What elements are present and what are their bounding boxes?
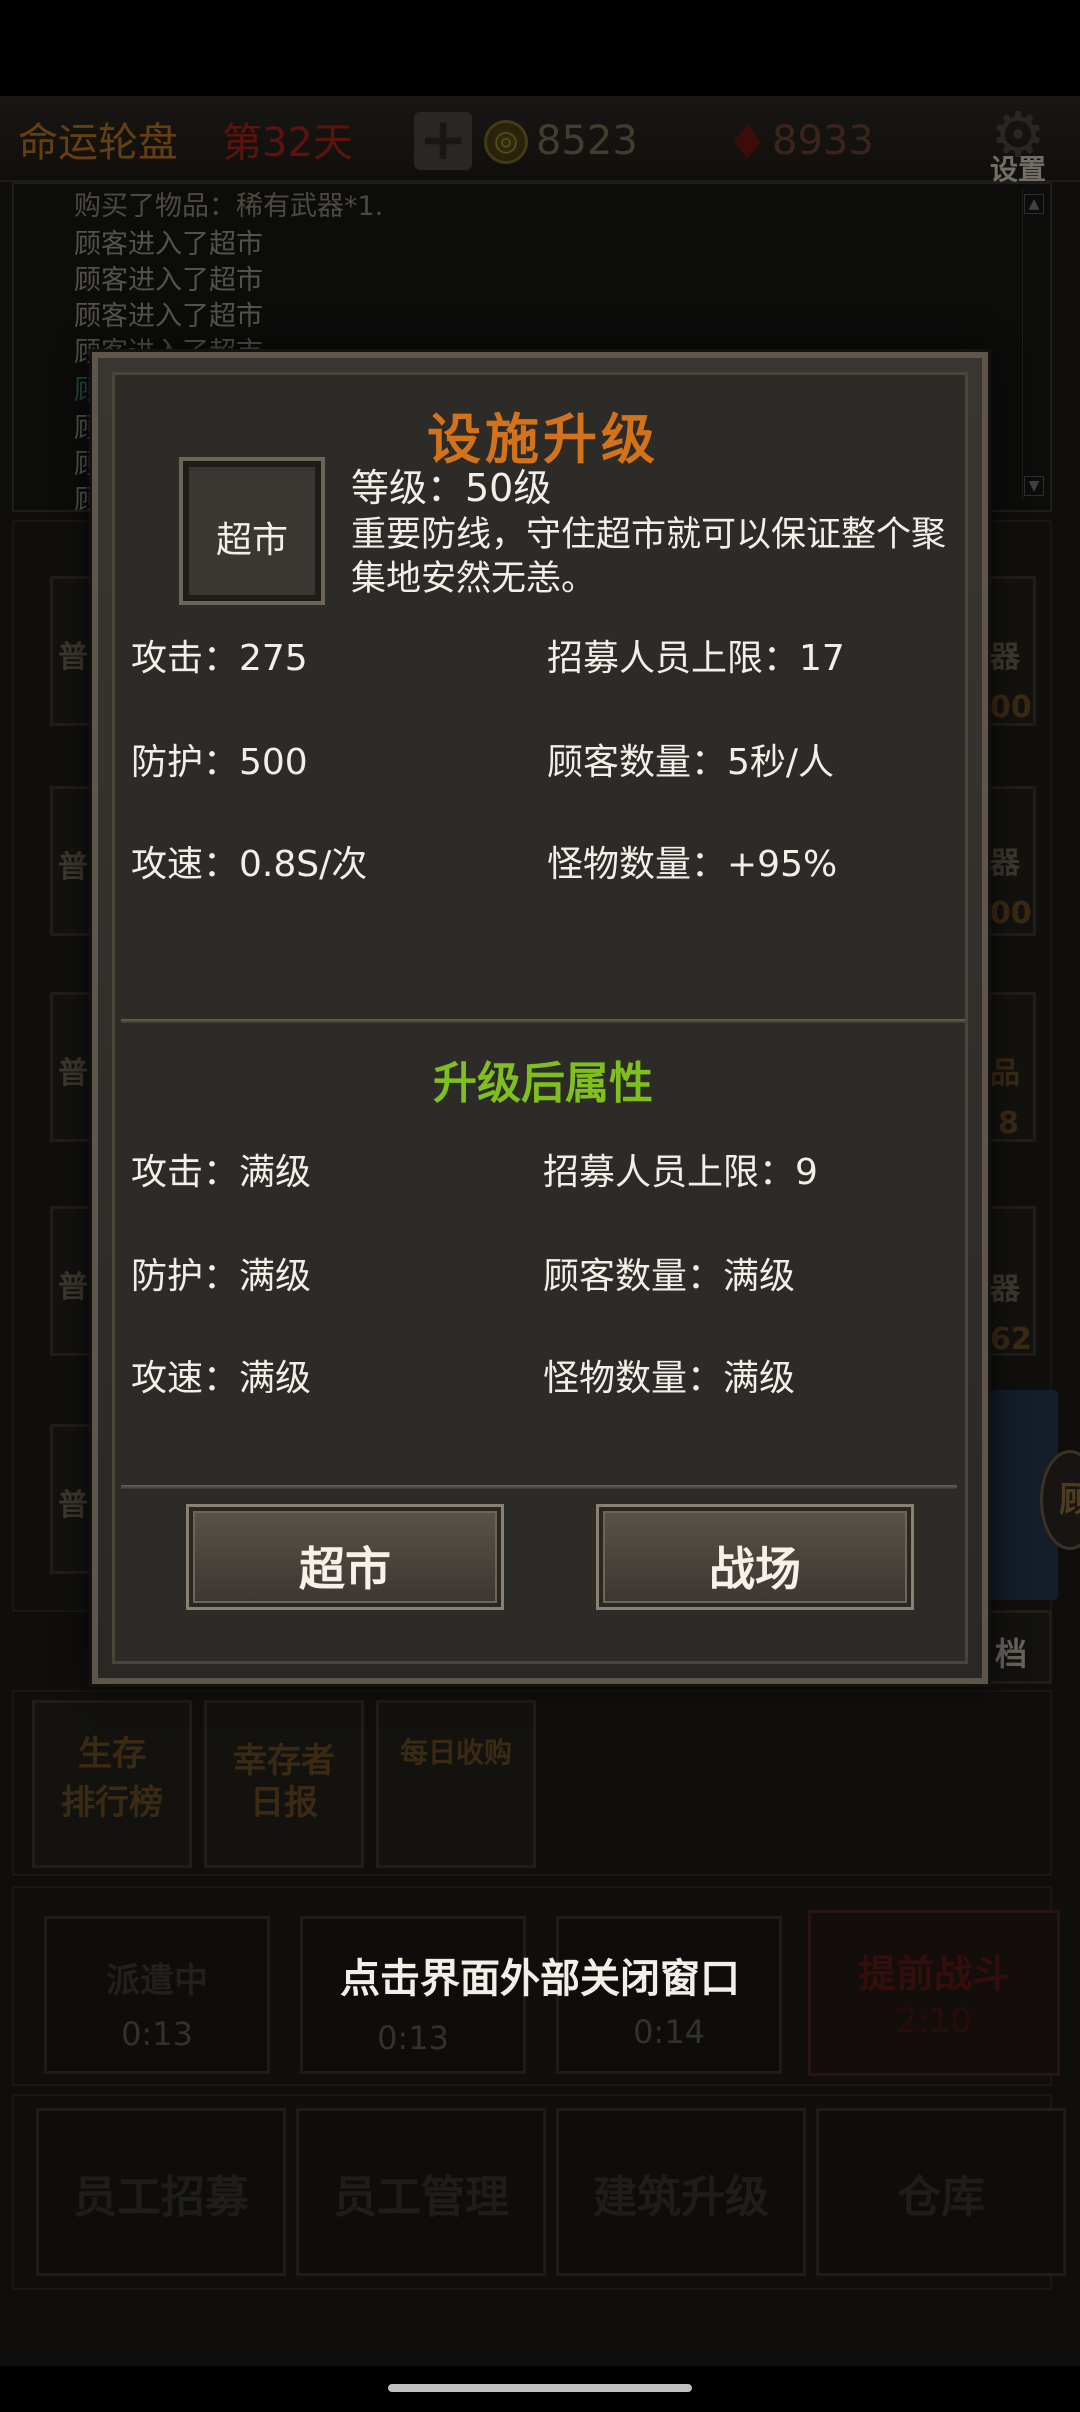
battlefield-button[interactable]: 战场 bbox=[596, 1504, 914, 1610]
home-gesture-bar[interactable] bbox=[388, 2384, 692, 2392]
facility-level: 等级：50级 bbox=[351, 466, 552, 510]
section-divider bbox=[121, 1485, 957, 1489]
current-customers: 顾客数量：5秒/人 bbox=[547, 742, 835, 783]
supermarket-button-label: 超市 bbox=[299, 1542, 391, 1596]
section-divider bbox=[121, 1019, 965, 1023]
battlefield-button-label: 战场 bbox=[709, 1542, 801, 1596]
current-attack-speed: 攻速：0.8S/次 bbox=[131, 844, 368, 885]
current-attack: 攻击：275 bbox=[131, 638, 308, 679]
current-recruit-limit: 招募人员上限：17 bbox=[547, 638, 845, 679]
facility-name: 超市 bbox=[215, 520, 288, 561]
close-hint: 点击界面外部关闭窗口 bbox=[340, 1956, 740, 2002]
facility-description: 重要防线，守住超市就可以保证整个聚集地安然无恙。 bbox=[351, 515, 947, 599]
facility-upgrade-dialog: 设施升级 超市 等级：50级 重要防线，守住超市就可以保证整个聚集地安然无恙。 … bbox=[92, 352, 988, 1684]
after-recruit-limit: 招募人员上限：9 bbox=[543, 1152, 818, 1193]
after-upgrade-title: 升级后属性 bbox=[433, 1058, 653, 1109]
supermarket-button[interactable]: 超市 bbox=[186, 1504, 504, 1610]
current-defense: 防护：500 bbox=[131, 742, 308, 783]
current-monsters: 怪物数量：+95% bbox=[547, 844, 838, 885]
facility-icon: 超市 bbox=[179, 457, 325, 605]
after-defense: 防护：满级 bbox=[131, 1256, 312, 1297]
dialog-panel: 设施升级 超市 等级：50级 重要防线，守住超市就可以保证整个聚集地安然无恙。 … bbox=[112, 372, 968, 1664]
after-attack: 攻击：满级 bbox=[131, 1152, 312, 1193]
after-monsters: 怪物数量：满级 bbox=[543, 1358, 796, 1399]
after-customers: 顾客数量：满级 bbox=[543, 1256, 796, 1297]
after-attack-speed: 攻速：满级 bbox=[131, 1358, 312, 1399]
